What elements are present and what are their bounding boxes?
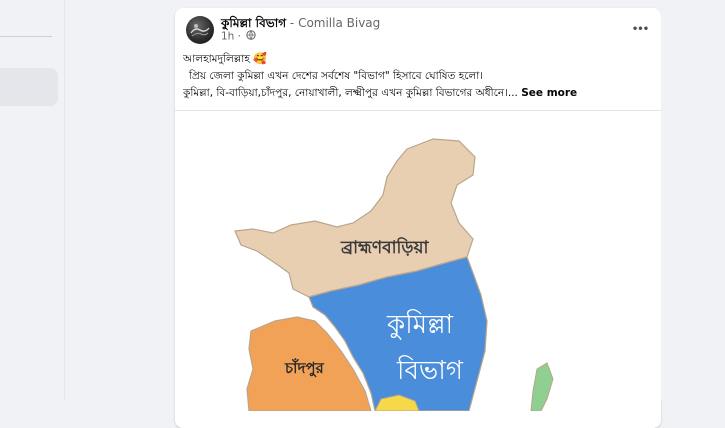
right-panel <box>661 0 725 400</box>
left-sidebar <box>0 0 64 400</box>
meta-separator: · <box>234 30 245 43</box>
post-text-line3: কুমিল্লা, বি-বাড়িয়া,চাঁদপুর, নোয়াখালী… <box>183 87 522 99</box>
left-panel-edge <box>64 0 65 400</box>
map-label-brahmanbaria: ব্রাহ্মণবাড়িয়া <box>340 236 430 258</box>
page-name-english: Comilla Bivag <box>298 16 381 30</box>
map-region-island <box>530 362 554 411</box>
post-text-line1: আলহামদুলিল্লাহ <box>183 53 250 65</box>
post-text-line: প্রিয় জেলা কুমিল্লা এখন দেশের সর্বশেষ "… <box>183 68 653 85</box>
division-map: ব্রাহ্মণবাড়িয়া কুমিল্লা বিভাগ চাঁদপুর <box>234 138 554 411</box>
post-text-line: কুমিল্লা, বি-বাড়িয়া,চাঁদপুর, নোয়াখালী… <box>183 85 653 102</box>
map-label-chandpur: চাঁদপুর <box>284 358 325 377</box>
post-text-line: আলহামদুলিল্লাহ 🥰 <box>183 50 653 68</box>
avatar-logo-icon <box>190 24 210 37</box>
post-timestamp[interactable]: 1h <box>221 31 234 43</box>
sidebar-divider <box>0 36 52 37</box>
page-name-link[interactable]: কুমিল্লা বিভাগ <box>221 16 286 30</box>
sidebar-active-item[interactable] <box>0 68 58 106</box>
page-avatar[interactable] <box>186 16 214 44</box>
post-header: কুমিল্লা বিভাগ - Comilla Bivag 1h · ••• <box>175 8 661 46</box>
post-card: কুমিল্লা বিভাগ - Comilla Bivag 1h · ••• … <box>175 8 661 428</box>
page-name-separator: - <box>286 16 299 30</box>
map-label-comilla: কুমিল্লা <box>386 309 454 340</box>
post-meta: 1h · <box>221 30 257 43</box>
globe-icon[interactable] <box>246 30 257 43</box>
post-text-line2: প্রিয় জেলা কুমিল্লা এখন দেশের সর্বশেষ "… <box>189 70 484 82</box>
see-more-link[interactable]: See more <box>521 87 577 99</box>
smiling-hearts-emoji-icon: 🥰 <box>253 52 267 65</box>
post-image-map[interactable]: ব্রাহ্মণবাড়িয়া কুমিল্লা বিভাগ চাঁদপুর <box>175 110 661 411</box>
post-text: আলহামদুলিল্লাহ 🥰 প্রিয় জেলা কুমিল্লা এখ… <box>183 50 653 102</box>
more-options-button[interactable]: ••• <box>627 16 653 42</box>
map-label-division: বিভাগ <box>396 355 464 386</box>
more-horizontal-icon: ••• <box>631 23 649 35</box>
